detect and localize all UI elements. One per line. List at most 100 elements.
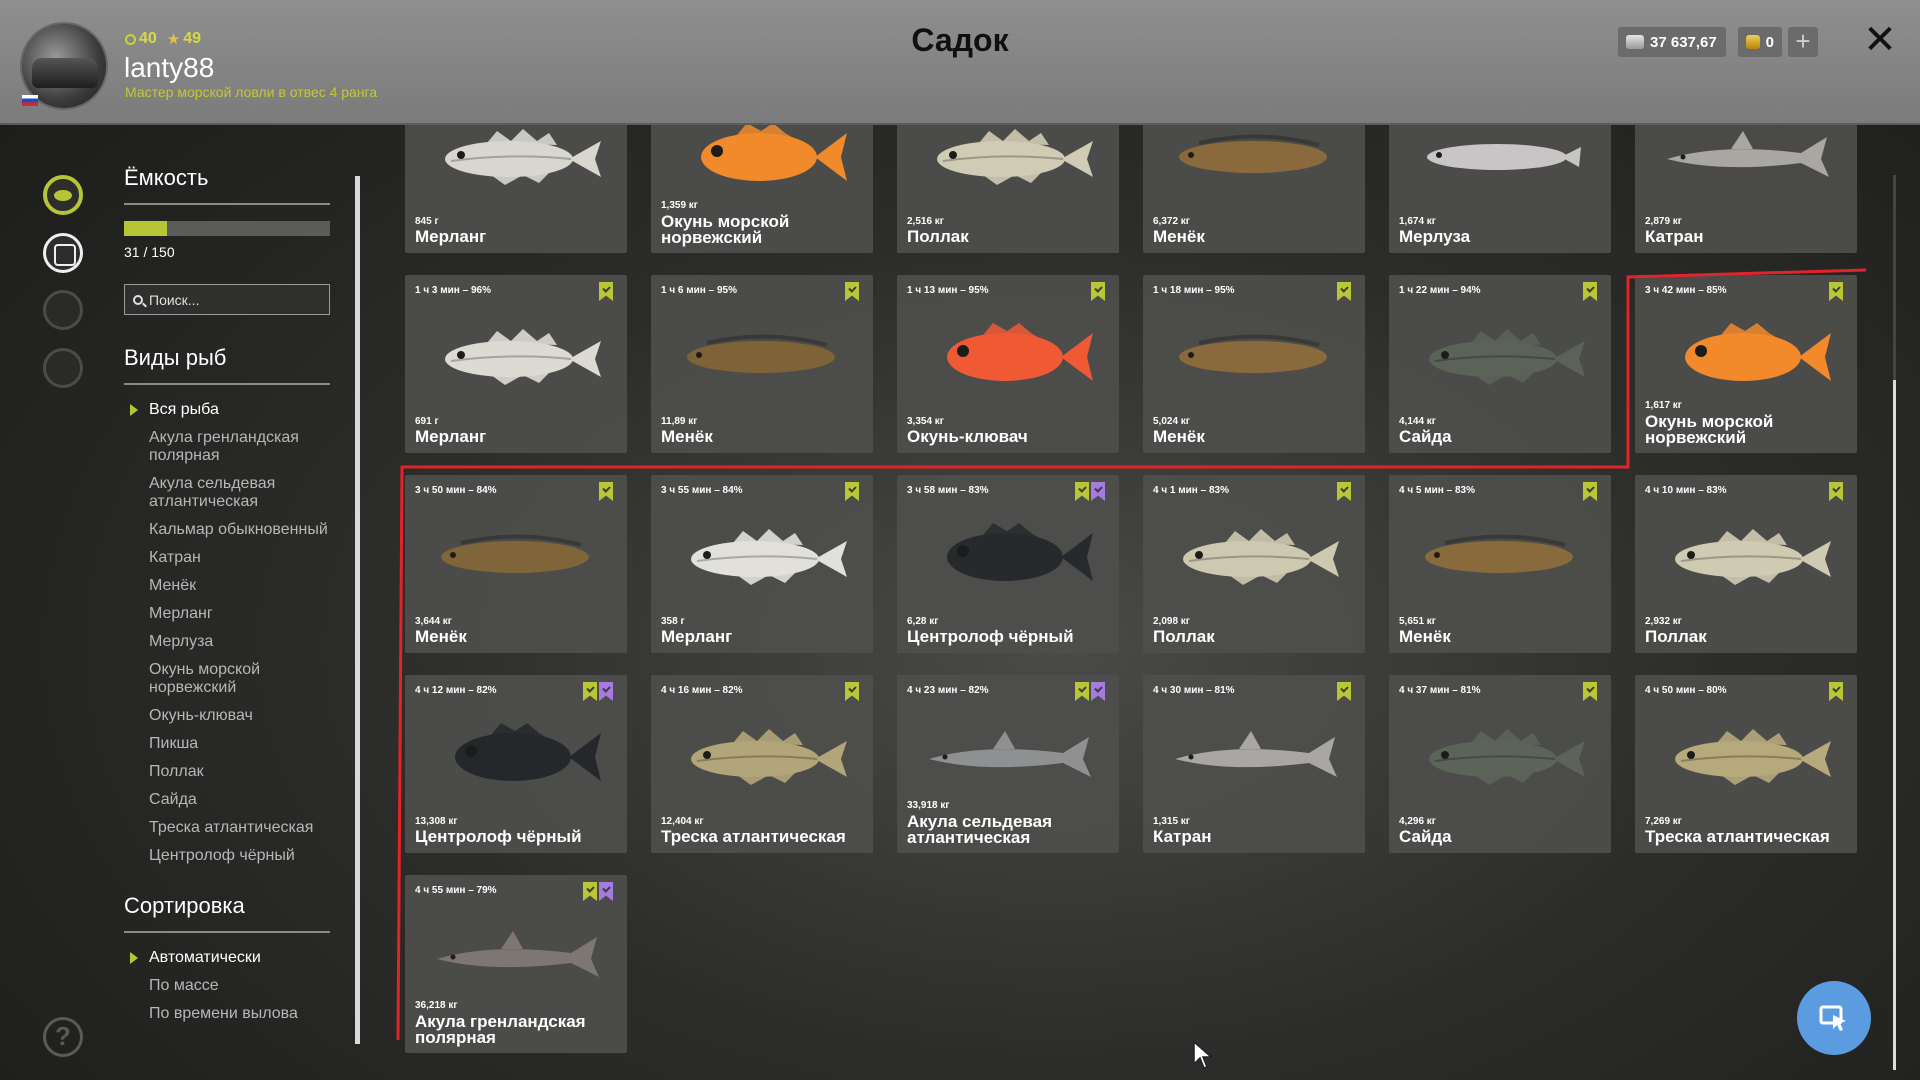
species-filter-item[interactable]: Треска атлантическая	[124, 819, 330, 837]
species-filter-label: Мерланг	[149, 605, 213, 622]
bookmark-purple-icon[interactable]	[599, 882, 613, 901]
fish-card[interactable]: 4 ч 30 мин – 81% 1,315 кг Катран	[1143, 675, 1365, 853]
fish-card[interactable]: 6,372 кг Менёк	[1143, 125, 1365, 253]
sort-option-item[interactable]: По времени вылова	[124, 1005, 330, 1023]
card-badges	[1829, 682, 1843, 701]
species-filter-item[interactable]: Мерланг	[124, 605, 330, 623]
species-filter-item[interactable]: Поллак	[124, 763, 330, 781]
species-filter-item[interactable]: Центролоф чёрный	[124, 847, 330, 865]
bookmark-green-icon[interactable]	[1829, 682, 1843, 701]
bookmark-green-icon[interactable]	[1075, 682, 1089, 701]
fish-card[interactable]: 1 ч 22 мин – 94% 4,144 кг Сайда	[1389, 275, 1611, 453]
inventory-tab-icon[interactable]	[43, 233, 83, 273]
catch-time-label: 4 ч 23 мин – 82%	[907, 685, 989, 696]
fish-keepnet-tab-icon[interactable]	[43, 175, 83, 215]
bookmark-green-icon[interactable]	[1337, 282, 1351, 301]
bookmark-green-icon[interactable]	[1583, 482, 1597, 501]
species-filter-label: Мерлуза	[149, 633, 214, 650]
fish-card[interactable]: 1,359 кг Окунь морской норвежский	[651, 125, 873, 253]
boat-tab-icon[interactable]	[43, 290, 83, 330]
fish-card[interactable]: 3 ч 55 мин – 84% 358 г Мерланг	[651, 475, 873, 653]
fish-card[interactable]: 4 ч 1 мин – 83% 2,098 кг Поллак	[1143, 475, 1365, 653]
grid-scrollbar-thumb[interactable]	[1893, 380, 1896, 1070]
fish-card[interactable]: 3 ч 42 мин – 85% 1,617 кг Окунь морской н…	[1635, 275, 1857, 453]
fish-weight: 1,359 кг	[661, 200, 698, 211]
bookmark-green-icon[interactable]	[1075, 482, 1089, 501]
fish-card[interactable]: 1 ч 13 мин – 95% 3,354 кг Окунь-клювач	[897, 275, 1119, 453]
species-filter-label: Сайда	[149, 791, 197, 808]
fish-weight: 12,404 кг	[661, 816, 704, 827]
species-filter-item[interactable]: Акула сельдевая атлантическая	[124, 475, 330, 511]
species-filter-item[interactable]: Кальмар обыкновенный	[124, 521, 330, 539]
bookmark-green-icon[interactable]	[599, 282, 613, 301]
bookmark-green-icon[interactable]	[1829, 282, 1843, 301]
fish-image	[1415, 125, 1587, 191]
avatar-car-image	[32, 58, 98, 88]
species-filter-item[interactable]: Сайда	[124, 791, 330, 809]
fish-card[interactable]: 4 ч 16 мин – 82% 12,404 кг Треска атланти…	[651, 675, 873, 853]
fish-weight: 13,308 кг	[415, 816, 458, 827]
fish-card[interactable]: 1 ч 6 мин – 95% 11,89 кг Менёк	[651, 275, 873, 453]
fish-card[interactable]: 1 ч 3 мин – 96% 691 г Мерланг	[405, 275, 627, 453]
select-mode-button[interactable]	[1797, 981, 1871, 1055]
home-tab-icon[interactable]	[43, 348, 83, 388]
bookmark-green-icon[interactable]	[1583, 282, 1597, 301]
species-filter-item[interactable]: Вся рыба	[124, 401, 330, 419]
bookmark-green-icon[interactable]	[583, 882, 597, 901]
bookmark-green-icon[interactable]	[845, 682, 859, 701]
bookmark-green-icon[interactable]	[1583, 682, 1597, 701]
bookmark-green-icon[interactable]	[1829, 482, 1843, 501]
fish-card[interactable]: 1,674 кг Мерлуза	[1389, 125, 1611, 253]
fish-image	[677, 319, 849, 391]
species-filter-item[interactable]: Акула гренландская полярная	[124, 429, 330, 465]
gold-balance: 0	[1738, 27, 1782, 57]
fish-card[interactable]: 1 ч 18 мин – 95% 5,024 кг Менёк	[1143, 275, 1365, 453]
bookmark-green-icon[interactable]	[583, 682, 597, 701]
sort-option-item[interactable]: По массе	[124, 977, 330, 995]
fish-card[interactable]: 845 г Мерланг	[405, 125, 627, 253]
search-input[interactable]: Поиск...	[124, 284, 330, 315]
card-badges	[1583, 682, 1597, 701]
fish-image	[1661, 319, 1833, 391]
fish-card[interactable]: 4 ч 37 мин – 81% 4,296 кг Сайда	[1389, 675, 1611, 853]
bookmark-green-icon[interactable]	[845, 282, 859, 301]
bookmark-purple-icon[interactable]	[1091, 482, 1105, 501]
bookmark-green-icon[interactable]	[1337, 682, 1351, 701]
species-filter-item[interactable]: Окунь морской норвежский	[124, 661, 330, 697]
fish-card[interactable]: 4 ч 5 мин – 83% 5,651 кг Менёк	[1389, 475, 1611, 653]
fish-card[interactable]: 4 ч 50 мин – 80% 7,269 кг Треска атлантич…	[1635, 675, 1857, 853]
add-currency-button[interactable]: +	[1788, 27, 1818, 57]
bookmark-green-icon[interactable]	[599, 482, 613, 501]
bookmark-purple-icon[interactable]	[599, 682, 613, 701]
bookmark-green-icon[interactable]	[1091, 282, 1105, 301]
fish-name: Поллак	[907, 227, 969, 246]
species-filter-item[interactable]: Мерлуза	[124, 633, 330, 651]
sort-option-item[interactable]: Автоматически	[124, 949, 330, 967]
fish-card[interactable]: 4 ч 23 мин – 82% 33,918 кг Акула сельдева…	[897, 675, 1119, 853]
fish-card[interactable]: 4 ч 10 мин – 83% 2,932 кг Поллак	[1635, 475, 1857, 653]
fish-image	[677, 125, 849, 191]
species-filter-item[interactable]: Пикша	[124, 735, 330, 753]
species-filter-item[interactable]: Менёк	[124, 577, 330, 595]
card-badges	[599, 282, 613, 301]
fish-card[interactable]: 2,879 кг Катран	[1635, 125, 1857, 253]
species-filter-item[interactable]: Окунь-клювач	[124, 707, 330, 725]
help-button[interactable]: ?	[43, 1017, 83, 1057]
bookmark-green-icon[interactable]	[845, 482, 859, 501]
fish-card[interactable]: 4 ч 12 мин – 82% 13,308 кг Центролоф чёрн…	[405, 675, 627, 853]
bookmark-green-icon[interactable]	[1337, 482, 1351, 501]
fish-card[interactable]: 3 ч 50 мин – 84% 3,644 кг Менёк	[405, 475, 627, 653]
close-button[interactable]: ✕	[1860, 18, 1900, 62]
species-filter-label: Акула сельдевая атлантическая	[149, 475, 276, 510]
bookmark-purple-icon[interactable]	[1091, 682, 1105, 701]
fish-card[interactable]: 3 ч 58 мин – 83% 6,28 кг Центролоф чёрный	[897, 475, 1119, 653]
fish-weight: 5,024 кг	[1153, 416, 1190, 427]
card-badges	[845, 282, 859, 301]
fish-card[interactable]: 4 ч 55 мин – 79% 36,218 кг Акула гренланд…	[405, 875, 627, 1053]
fish-card[interactable]: 2,516 кг Поллак	[897, 125, 1119, 253]
filter-panel-scrollbar[interactable]	[355, 176, 360, 1044]
card-badges	[583, 682, 613, 701]
species-filter-item[interactable]: Катран	[124, 549, 330, 567]
fish-weight: 5,651 кг	[1399, 616, 1436, 627]
species-filter-label: Пикша	[149, 735, 199, 752]
